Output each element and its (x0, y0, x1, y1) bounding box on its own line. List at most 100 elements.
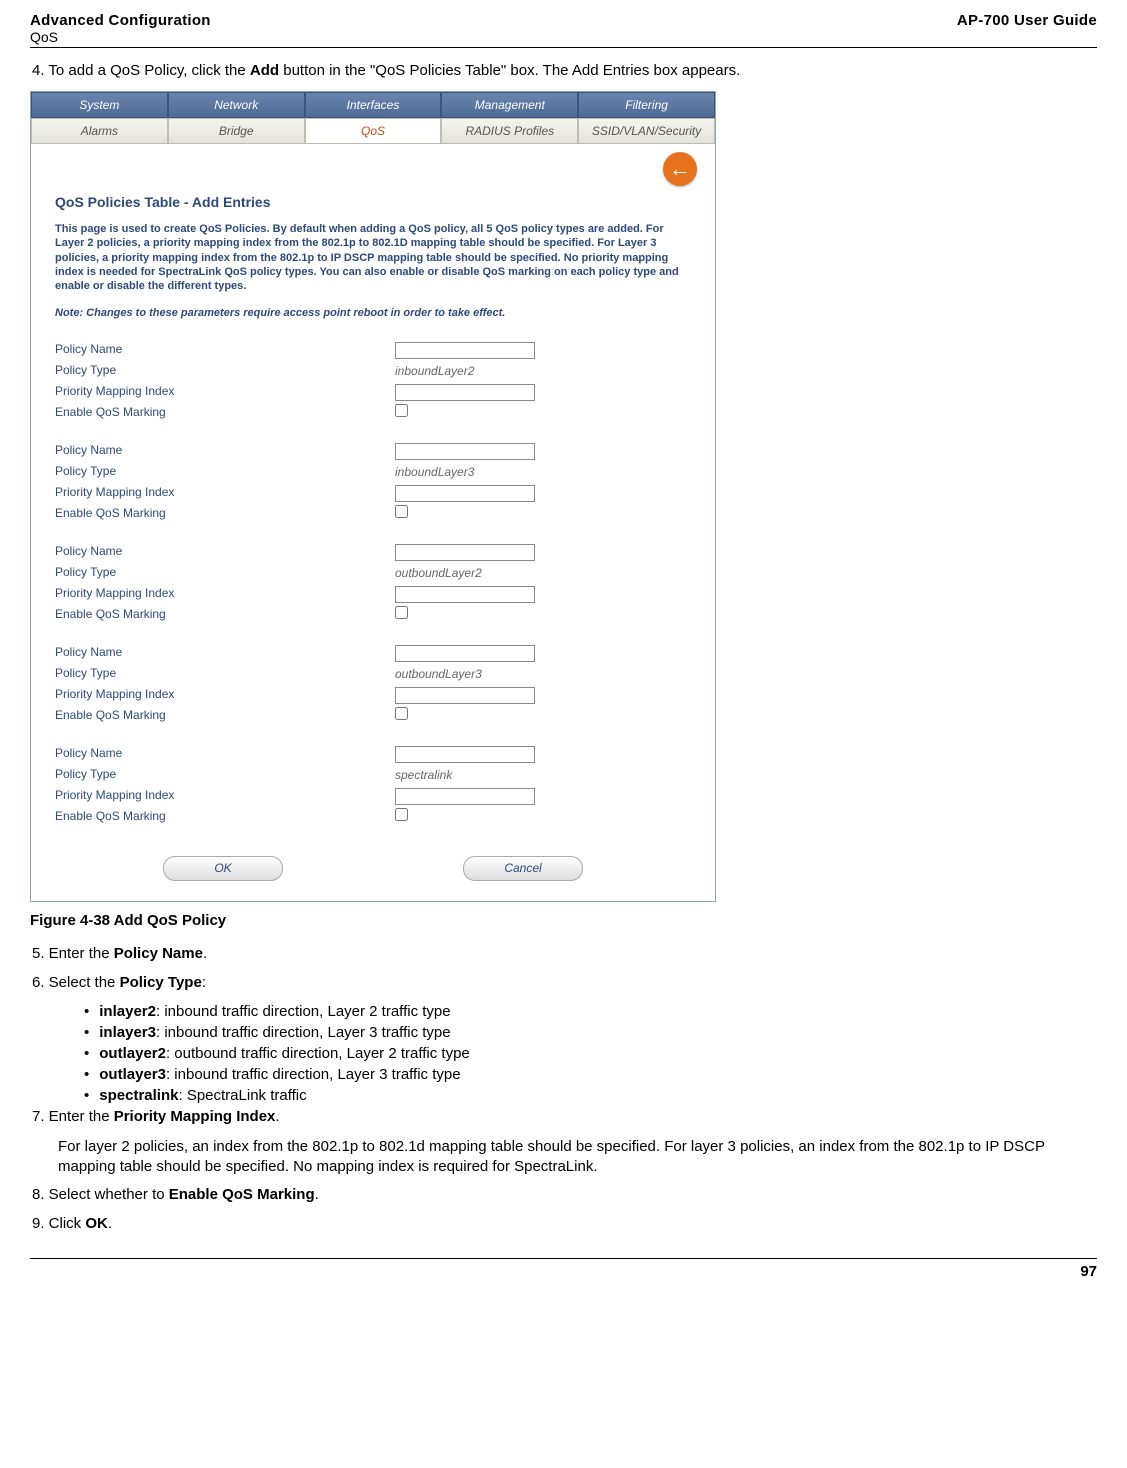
step-9-text-a: 9. Click (32, 1215, 85, 1232)
label-policy-name: Policy Name (55, 645, 395, 659)
bullet-text: : inbound traffic direction, Layer 2 tra… (156, 1003, 451, 1020)
checkbox-enable-marking-1[interactable] (395, 404, 408, 417)
checkbox-enable-marking-5[interactable] (395, 808, 408, 821)
checkbox-enable-marking-4[interactable] (395, 707, 408, 720)
tab-system[interactable]: System (31, 92, 168, 118)
policy-type-list: inlayer2: inbound traffic direction, Lay… (84, 1003, 1097, 1104)
label-policy-name: Policy Name (55, 746, 395, 760)
cancel-button[interactable]: Cancel (463, 856, 583, 881)
checkbox-enable-marking-3[interactable] (395, 606, 408, 619)
step-5: 5. Enter the Policy Name. (32, 945, 1097, 962)
label-enable-marking: Enable QoS Marking (55, 708, 395, 722)
label-policy-type: Policy Type (55, 363, 395, 377)
policy-group-5: Policy Name Policy Typespectralink Prior… (55, 743, 691, 826)
input-policy-name-1[interactable] (395, 342, 535, 359)
back-arrow-icon: ← (669, 156, 691, 182)
bullet-bold: inlayer3 (99, 1024, 156, 1041)
screenshot-title: QoS Policies Table - Add Entries (55, 194, 691, 210)
step-9: 9. Click OK. (32, 1215, 1097, 1232)
step-7-text-a: 7. Enter the (32, 1108, 114, 1125)
label-enable-marking: Enable QoS Marking (55, 809, 395, 823)
tab-ssid[interactable]: SSID/VLAN/Security (578, 118, 715, 144)
input-priority-mapping-4[interactable] (395, 687, 535, 704)
tab-bridge[interactable]: Bridge (168, 118, 305, 144)
screenshot-add-qos-policy: System Network Interfaces Management Fil… (30, 91, 716, 902)
input-priority-mapping-2[interactable] (395, 485, 535, 502)
bullet-bold: outlayer2 (99, 1045, 166, 1062)
label-enable-marking: Enable QoS Marking (55, 506, 395, 520)
step-7-text-b: . (275, 1108, 279, 1125)
step-6-text-b: : (202, 974, 206, 991)
tabs-outer: System Network Interfaces Management Fil… (31, 92, 715, 118)
bullet-text: : inbound traffic direction, Layer 3 tra… (156, 1024, 451, 1041)
step-8-bold: Enable QoS Marking (169, 1186, 315, 1203)
label-enable-marking: Enable QoS Marking (55, 607, 395, 621)
tab-alarms[interactable]: Alarms (31, 118, 168, 144)
list-item: spectralink: SpectraLink traffic (84, 1087, 1097, 1104)
input-policy-name-2[interactable] (395, 443, 535, 460)
step-8-text-b: . (315, 1186, 319, 1203)
step-7-bold: Priority Mapping Index (114, 1108, 276, 1125)
label-policy-type: Policy Type (55, 767, 395, 781)
label-priority-mapping: Priority Mapping Index (55, 788, 395, 802)
checkbox-enable-marking-2[interactable] (395, 505, 408, 518)
header-section-title: Advanced Configuration (30, 12, 211, 29)
policy-group-2: Policy Name Policy TypeinboundLayer3 Pri… (55, 440, 691, 523)
input-priority-mapping-1[interactable] (395, 384, 535, 401)
list-item: outlayer3: inbound traffic direction, La… (84, 1066, 1097, 1083)
policy-type-1: inboundLayer2 (395, 364, 474, 378)
bullet-text: : SpectraLink traffic (178, 1087, 306, 1104)
tabs-inner: Alarms Bridge QoS RADIUS Profiles SSID/V… (31, 118, 715, 144)
header-subsection: QoS (30, 29, 211, 45)
mapping-paragraph: For layer 2 policies, an index from the … (58, 1137, 1097, 1175)
step-5-bold: Policy Name (114, 945, 203, 962)
step-6-text-a: 6. Select the (32, 974, 120, 991)
ok-button[interactable]: OK (163, 856, 283, 881)
policy-type-5: spectralink (395, 768, 452, 782)
step-6-bold: Policy Type (120, 974, 202, 991)
tab-radius[interactable]: RADIUS Profiles (441, 118, 578, 144)
back-arrow-button[interactable]: ← (663, 152, 697, 186)
input-priority-mapping-5[interactable] (395, 788, 535, 805)
step-6: 6. Select the Policy Type: (32, 974, 1097, 991)
screenshot-description: This page is used to create QoS Policies… (55, 222, 691, 293)
input-policy-name-3[interactable] (395, 544, 535, 561)
bullet-bold: inlayer2 (99, 1003, 156, 1020)
label-policy-name: Policy Name (55, 544, 395, 558)
label-priority-mapping: Priority Mapping Index (55, 384, 395, 398)
step-5-text-a: 5. Enter the (32, 945, 114, 962)
label-policy-name: Policy Name (55, 342, 395, 356)
bullet-text: : inbound traffic direction, Layer 3 tra… (166, 1066, 461, 1083)
policy-type-3: outboundLayer2 (395, 566, 482, 580)
input-priority-mapping-3[interactable] (395, 586, 535, 603)
step-8-text-a: 8. Select whether to (32, 1186, 169, 1203)
tab-qos[interactable]: QoS (305, 118, 442, 144)
bullet-bold: outlayer3 (99, 1066, 166, 1083)
policy-group-3: Policy Name Policy TypeoutboundLayer2 Pr… (55, 541, 691, 624)
step-9-bold: OK (85, 1215, 108, 1232)
header-rule (30, 47, 1097, 48)
tab-interfaces[interactable]: Interfaces (305, 92, 442, 118)
policy-group-4: Policy Name Policy TypeoutboundLayer3 Pr… (55, 642, 691, 725)
tab-network[interactable]: Network (168, 92, 305, 118)
label-policy-type: Policy Type (55, 464, 395, 478)
tab-filtering[interactable]: Filtering (578, 92, 715, 118)
list-item: outlayer2: outbound traffic direction, L… (84, 1045, 1097, 1062)
step-4-bold: Add (250, 62, 279, 79)
input-policy-name-5[interactable] (395, 746, 535, 763)
step-4: 4. To add a QoS Policy, click the Add bu… (32, 62, 1097, 79)
step-8: 8. Select whether to Enable QoS Marking. (32, 1186, 1097, 1203)
figure-caption: Figure 4-38 Add QoS Policy (30, 912, 1097, 929)
label-policy-type: Policy Type (55, 565, 395, 579)
label-policy-type: Policy Type (55, 666, 395, 680)
label-enable-marking: Enable QoS Marking (55, 405, 395, 419)
step-4-text-a: 4. To add a QoS Policy, click the (32, 62, 250, 79)
input-policy-name-4[interactable] (395, 645, 535, 662)
label-policy-name: Policy Name (55, 443, 395, 457)
label-priority-mapping: Priority Mapping Index (55, 586, 395, 600)
label-priority-mapping: Priority Mapping Index (55, 485, 395, 499)
label-priority-mapping: Priority Mapping Index (55, 687, 395, 701)
step-5-text-b: . (203, 945, 207, 962)
list-item: inlayer3: inbound traffic direction, Lay… (84, 1024, 1097, 1041)
tab-management[interactable]: Management (441, 92, 578, 118)
